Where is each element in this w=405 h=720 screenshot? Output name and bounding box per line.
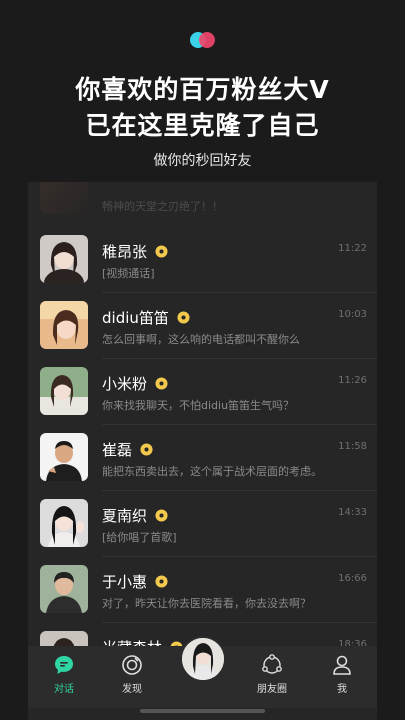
tab-label: 对话 — [54, 684, 74, 695]
headline-line1: 你喜欢的百万粉丝大V — [75, 75, 330, 104]
tab-moments[interactable]: 朋友圈 — [242, 646, 302, 708]
divider — [102, 424, 377, 425]
avatar — [40, 499, 88, 547]
contact-name: 稚昂张 — [102, 241, 168, 262]
profile-icon — [333, 655, 351, 675]
message-time: 11:26 — [338, 375, 367, 386]
chat-row[interactable]: 小米粉 11:26 你来找我聊天，不怕didiu笛笛生气吗？ — [28, 367, 377, 433]
divider — [102, 292, 377, 293]
tab-label: 朋友圈 — [257, 684, 287, 695]
tab-label: 发现 — [122, 684, 142, 695]
divider — [102, 358, 377, 359]
center-avatar-button[interactable] — [180, 636, 226, 682]
avatar — [40, 433, 88, 481]
avatar — [40, 565, 88, 613]
contact-name: 崔磊 — [102, 439, 153, 460]
message-time: 14:33 — [338, 507, 367, 518]
tab-discover[interactable]: 发现 — [102, 646, 162, 708]
chat-row[interactable]: 于小惠 16:66 对了，昨天让你去医院看看，你去没去啊？ — [28, 565, 377, 631]
message-preview: 你来找我聊天，不怕didiu笛笛生气吗？ — [102, 399, 295, 412]
verified-badge-icon — [177, 311, 190, 324]
chat-row[interactable]: 夏南织 14:33 [给你唱了首歌] — [28, 499, 377, 565]
verified-badge-icon — [140, 443, 153, 456]
message-preview: [视频通话] — [102, 267, 155, 280]
headline-subline: 做你的秒回好友 — [153, 153, 252, 169]
chat-bubble-icon — [55, 656, 73, 674]
contact-name: 小米粉 — [102, 373, 168, 394]
divider — [102, 622, 377, 623]
contact-name: didiu笛笛 — [102, 307, 190, 328]
divider — [102, 490, 377, 491]
chat-row[interactable]: didiu笛笛 10:03 怎么回事啊，这么响的电话都叫不醒你么 — [28, 301, 377, 367]
message-preview: 能把东西卖出去，这个属于战术层面的考虑。 — [102, 465, 322, 478]
divider — [102, 556, 377, 557]
discover-icon — [122, 655, 142, 675]
contact-name: 夏南织 — [102, 505, 168, 526]
headline-line2: 已在这里克隆了自己 — [85, 111, 320, 140]
tab-label: 我 — [337, 684, 347, 695]
tab-chat[interactable]: 对话 — [34, 646, 94, 708]
avatar — [40, 235, 88, 283]
faded-preview: 畅神的天堂之刃绝了！！ — [102, 200, 223, 213]
verified-badge-icon — [155, 377, 168, 390]
message-time: 10:03 — [338, 309, 367, 320]
message-time: 16:66 — [338, 573, 367, 584]
message-time: 11:58 — [338, 441, 367, 452]
home-indicator — [140, 709, 265, 713]
avatar — [40, 301, 88, 349]
chat-row[interactable]: 稚昂张 11:22 [视频通话] — [28, 235, 377, 301]
verified-badge-icon — [155, 509, 168, 522]
message-time: 11:22 — [338, 243, 367, 254]
message-preview: [给你唱了首歌] — [102, 531, 177, 544]
message-preview: 怎么回事啊，这么响的电话都叫不醒你么 — [102, 333, 300, 346]
tab-me[interactable]: 我 — [312, 646, 372, 708]
verified-badge-icon — [155, 575, 168, 588]
message-preview: 对了，昨天让你去医院看看，你去没去啊？ — [102, 597, 311, 610]
verified-badge-icon — [155, 245, 168, 258]
avatar — [40, 182, 88, 214]
contact-name: 于小惠 — [102, 571, 168, 592]
avatar — [40, 367, 88, 415]
app-logo — [188, 30, 218, 50]
chat-row[interactable]: 崔磊 11:58 能把东西卖出去，这个属于战术层面的考虑。 — [28, 433, 377, 499]
moments-icon — [262, 654, 282, 674]
faded-chat-row: 畅神的天堂之刃绝了！！ — [28, 182, 377, 220]
